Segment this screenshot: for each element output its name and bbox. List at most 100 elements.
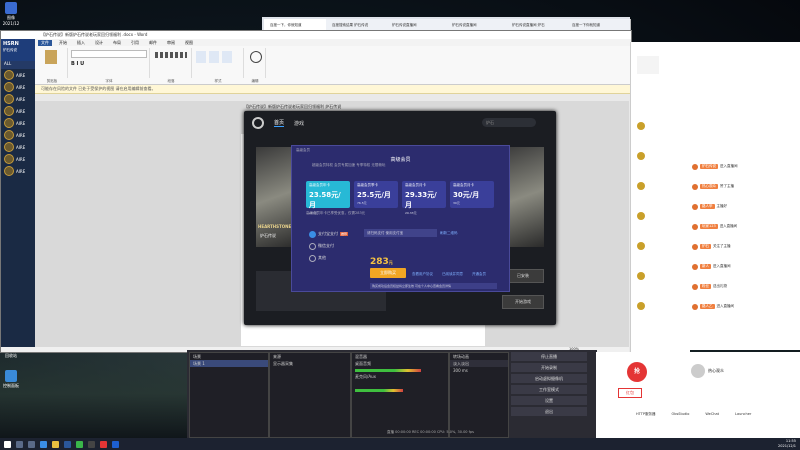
user-agreement-link[interactable]: 查看用户协议 bbox=[412, 272, 433, 277]
tab-file[interactable]: 文件 bbox=[38, 39, 52, 46]
sidebar-item[interactable]: AIRE bbox=[1, 81, 35, 93]
nav-games[interactable]: 游戏 bbox=[294, 120, 304, 127]
settings-button[interactable]: 设置 bbox=[511, 396, 587, 405]
app-shortcut[interactable]: Launcher bbox=[735, 412, 751, 417]
desktop-icon-image[interactable]: 图像 2021/12 bbox=[2, 2, 20, 26]
sidebar-item-label: AIRE bbox=[16, 72, 26, 78]
gift-icon[interactable] bbox=[637, 272, 645, 280]
avatar bbox=[4, 166, 14, 176]
chat-user[interactable]: 路人乙 bbox=[700, 304, 715, 309]
desktop-icon-control-panel[interactable]: 控制面板 bbox=[2, 370, 20, 389]
tab-home[interactable]: 开始 bbox=[56, 40, 70, 46]
system-tray-clock[interactable]: 11:55 2021/12/1 bbox=[778, 439, 796, 449]
font-name-select[interactable] bbox=[71, 50, 147, 58]
scene-item[interactable]: 场景 1 bbox=[190, 360, 268, 367]
tab-review[interactable]: 审阅 bbox=[164, 40, 178, 46]
radio-icon bbox=[309, 254, 316, 262]
plan-card-quarterly[interactable]: 高级会员季卡 25.5元/月 76.5元 bbox=[354, 181, 398, 208]
tab-insert[interactable]: 插入 bbox=[74, 40, 88, 46]
style-swatch[interactable] bbox=[222, 51, 232, 63]
sidebar-item[interactable]: AIRE bbox=[1, 117, 35, 129]
sidebar-item[interactable]: AIRE bbox=[1, 129, 35, 141]
gift-icon[interactable] bbox=[637, 182, 645, 190]
grab-red-packet-button[interactable]: 抢 bbox=[627, 362, 647, 382]
paste-icon[interactable] bbox=[45, 50, 57, 64]
tab-design[interactable]: 设计 bbox=[92, 40, 106, 46]
task-view-icon[interactable] bbox=[28, 440, 35, 448]
style-swatch[interactable] bbox=[209, 51, 219, 63]
tab-layout[interactable]: 布局 bbox=[110, 40, 124, 46]
virtual-camera-button[interactable]: 启动虚拟摄像机 bbox=[511, 374, 587, 383]
start-icon[interactable] bbox=[4, 440, 11, 448]
chat-user[interactable]: 路人甲 bbox=[700, 204, 715, 209]
find-icon[interactable] bbox=[250, 51, 262, 63]
exit-button[interactable]: 退出 bbox=[511, 407, 587, 416]
studio-mode-button[interactable]: 工作室模式 bbox=[511, 385, 587, 394]
ribbon: 剪贴板 B I U 字体 段落 样式 编辑 bbox=[1, 46, 631, 85]
sidebar-item[interactable]: AIRE bbox=[1, 165, 35, 177]
ribbon-group-label: 段落 bbox=[167, 79, 175, 83]
agree-link[interactable]: 已阅读并同意 bbox=[442, 272, 463, 277]
tab-references[interactable]: 引用 bbox=[128, 40, 142, 46]
pay-method-wechat[interactable]: 微信支付 bbox=[309, 242, 334, 250]
pay-method-alipay[interactable]: 支付宝支付 推荐 bbox=[309, 230, 349, 238]
style-swatch[interactable] bbox=[196, 51, 206, 63]
pay-method-other[interactable]: 其他 bbox=[309, 254, 326, 262]
gift-icon[interactable] bbox=[637, 242, 645, 250]
transition-duration[interactable]: 300 ms bbox=[450, 367, 508, 374]
gift-icon[interactable] bbox=[637, 302, 645, 310]
open-vip-link[interactable]: 开通会员 bbox=[472, 272, 486, 277]
viewer-avatar[interactable] bbox=[691, 364, 705, 378]
sidebar-filter[interactable]: ALL bbox=[1, 61, 35, 69]
plan-card-monthly[interactable]: 高级会员月卡 29.33元/月 29.33元 bbox=[402, 181, 446, 215]
app-icon[interactable] bbox=[100, 440, 107, 448]
source-item[interactable]: 显示器采集 bbox=[270, 360, 350, 367]
tab-mailings[interactable]: 邮件 bbox=[146, 40, 160, 46]
sidebar-item[interactable]: AIRE bbox=[1, 105, 35, 117]
gift-icon[interactable] bbox=[637, 212, 645, 220]
stop-stream-button[interactable]: 停止直播 bbox=[511, 352, 587, 361]
sidebar-item[interactable]: AIRE bbox=[1, 69, 35, 81]
chat-user[interactable]: 热心观众 bbox=[700, 184, 718, 189]
paragraph-buttons[interactable] bbox=[155, 52, 187, 58]
chat-text: 赞了主播 bbox=[720, 184, 734, 188]
sidebar-item[interactable]: AIRE bbox=[1, 153, 35, 165]
obs-icon[interactable] bbox=[88, 440, 95, 448]
chat-user[interactable]: 玩家123 bbox=[700, 224, 718, 229]
chat-user[interactable]: 粉丝 bbox=[700, 284, 711, 289]
sidebar-item[interactable]: AIRE bbox=[1, 141, 35, 153]
nav-home[interactable]: 首页 bbox=[274, 119, 285, 127]
folder-icon[interactable] bbox=[52, 440, 59, 448]
word-icon[interactable] bbox=[64, 440, 71, 448]
refresh-qr-link[interactable]: 刷新二维码 bbox=[440, 231, 458, 236]
sidebar-item[interactable]: AIRE bbox=[1, 93, 35, 105]
styles-gallery[interactable] bbox=[196, 51, 240, 63]
start-game-button[interactable]: 开始游戏 bbox=[502, 295, 544, 309]
plan-card-yearly[interactable]: 高级会员年卡 23.58元/月 283元 bbox=[306, 181, 350, 215]
plan-card-monthly-2[interactable]: 高级会员月卡 30元/月 30元 bbox=[450, 181, 494, 208]
qr-hint-select[interactable]: 请扫码支付 使用支付宝 bbox=[364, 229, 437, 237]
chat-user[interactable]: 炉石 bbox=[700, 244, 711, 249]
buy-now-button[interactable]: 立即购买 bbox=[370, 268, 406, 278]
font-format-buttons[interactable]: B I U bbox=[71, 61, 147, 67]
chat-user[interactable]: 炉石传说 bbox=[700, 164, 718, 169]
ribbon-group-label: 剪贴板 bbox=[46, 79, 58, 83]
launcher-search-input[interactable]: 炉石 bbox=[482, 118, 536, 127]
search-icon[interactable] bbox=[16, 440, 23, 448]
gift-icon[interactable] bbox=[637, 122, 645, 130]
wechat-icon[interactable] bbox=[76, 440, 83, 448]
tab-view[interactable]: 视图 bbox=[182, 40, 196, 46]
chat-user[interactable]: 新人 bbox=[700, 264, 711, 269]
launcher-icon[interactable] bbox=[112, 440, 119, 448]
app-shortcut[interactable]: HTTP服务器 bbox=[636, 412, 655, 417]
app-shortcut[interactable]: ObsStudio bbox=[671, 412, 689, 417]
radio-icon bbox=[309, 242, 316, 250]
game-banner-image[interactable]: HEARTHSTONE 炉石传说 bbox=[256, 147, 296, 247]
app-shortcut[interactable]: WeChat bbox=[705, 412, 719, 417]
gift-icon[interactable] bbox=[637, 152, 645, 160]
streamer-avatar[interactable] bbox=[637, 56, 659, 74]
browser-icon[interactable] bbox=[40, 440, 47, 448]
start-recording-button[interactable]: 开始录制 bbox=[511, 363, 587, 372]
red-packet-button[interactable]: 红包 bbox=[618, 388, 642, 398]
transition-select[interactable]: 淡入淡出 bbox=[450, 360, 508, 367]
